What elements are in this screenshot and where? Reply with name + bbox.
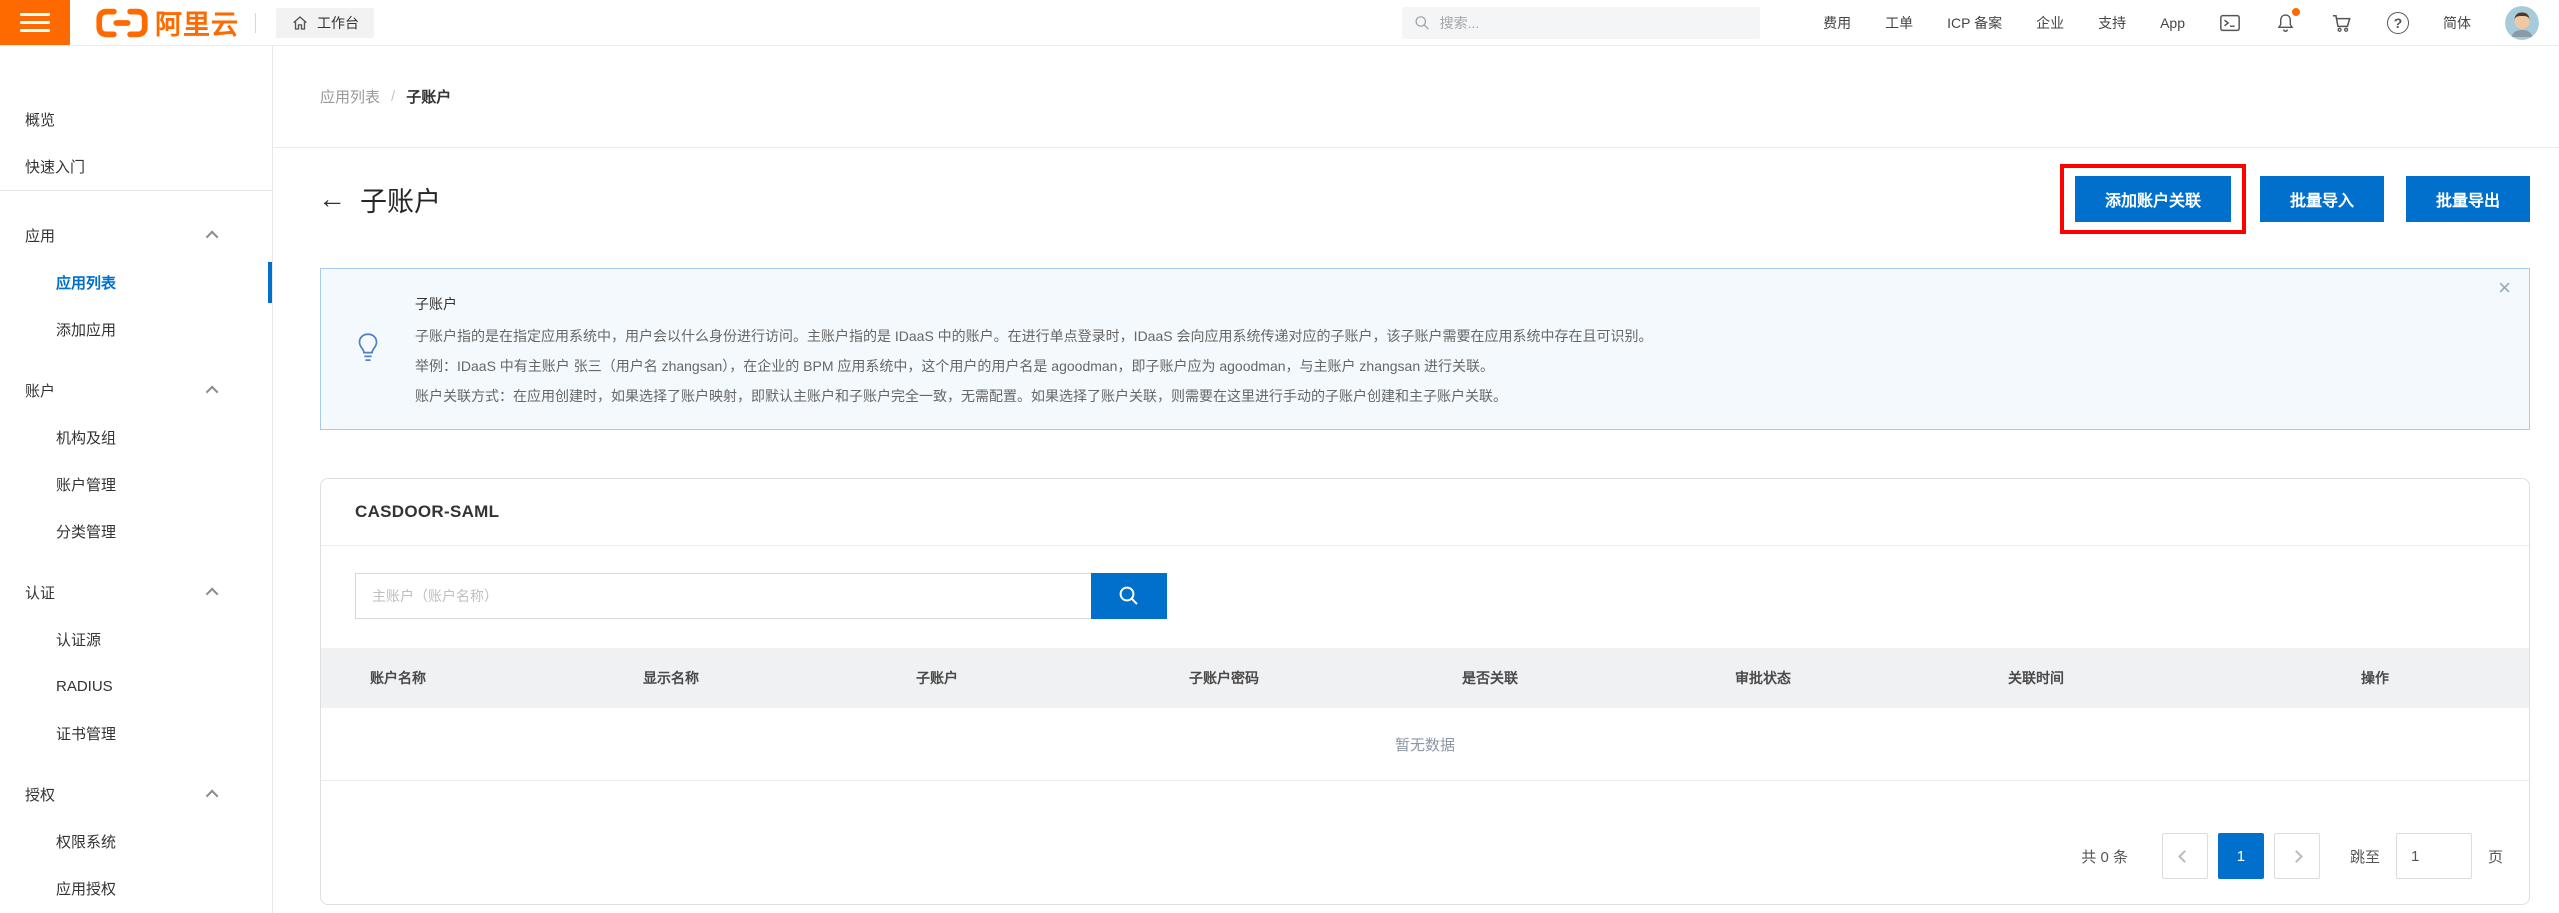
hamburger-menu-icon[interactable] [0,0,70,45]
sidebar-item-radius[interactable]: RADIUS [0,663,272,710]
global-search [1402,7,1760,39]
table-empty-state: 暂无数据 [321,708,2529,781]
sidebar-item-account-mgmt[interactable]: 账户管理 [0,461,272,508]
sidebar-item-app-list[interactable]: 应用列表 [0,259,272,306]
nav-billing[interactable]: 费用 [1823,13,1851,33]
info-line: 子账户指的是在指定应用系统中，用户会以什么身份进行访问。主账户指的是 IDaaS… [415,321,2459,351]
avatar[interactable] [2505,6,2539,40]
workbench-label: 工作台 [317,13,359,33]
pagination-prev-button[interactable] [2162,833,2208,879]
account-search [355,573,2529,619]
sidebar-group-authorization[interactable]: 授权 [0,771,272,818]
sidebar-group-label: 授权 [25,784,209,805]
breadcrumb-separator: / [391,88,395,105]
pagination: 共 0 条 1 跳至 页 [321,833,2529,879]
info-banner: 子账户 子账户指的是在指定应用系统中，用户会以什么身份进行访问。主账户指的是 I… [320,268,2530,430]
column-header-actions: 操作 [2232,668,2529,688]
cart-icon[interactable] [2330,11,2353,34]
aliyun-logo[interactable]: 阿里云 [96,3,239,42]
sidebar-item-app-authorization[interactable]: 应用授权 [0,865,272,912]
info-banner-title: 子账户 [415,289,2459,319]
sidebar-item-org-groups[interactable]: 机构及组 [0,414,272,461]
sidebar-item-permission-system[interactable]: 权限系统 [0,818,272,865]
red-annotation-box: 添加账户关联 [2060,164,2246,234]
sidebar-item-cert-mgmt[interactable]: 证书管理 [0,710,272,757]
sidebar-group-label: 认证 [25,582,209,603]
sidebar-group-application[interactable]: 应用 [0,212,272,259]
main-content: 应用列表 / 子账户 ← 子账户 添加账户关联 批量导入 批量导出 子账户 子账… [274,46,2559,913]
sidebar-group-label: 账户 [25,380,209,401]
table-header-row: 账户名称 显示名称 子账户 子账户密码 是否关联 审批状态 关联时间 操作 [321,648,2529,708]
batch-import-button[interactable]: 批量导入 [2260,176,2384,222]
column-header: 子账户 [867,668,1140,688]
help-icon[interactable]: ? [2387,12,2409,34]
batch-export-button[interactable]: 批量导出 [2406,176,2530,222]
locale-switcher[interactable]: 简体 [2443,13,2471,33]
page-header: ← 子账户 添加账户关联 批量导入 批量导出 [274,164,2559,234]
sidebar-item-quickstart[interactable]: 快速入门 [0,143,272,190]
pagination-jump-label: 跳至 [2350,846,2380,867]
pagination-page-1[interactable]: 1 [2218,833,2264,879]
topbar-divider [255,13,256,33]
breadcrumb: 应用列表 / 子账户 [274,46,2559,148]
column-header: 显示名称 [594,668,867,688]
account-search-input[interactable] [355,573,1091,619]
topbar-right-nav: 费用 工单 ICP 备案 企业 支持 App ? [1823,6,2559,40]
column-header: 关联时间 [1959,668,2232,688]
topbar: 阿里云 工作台 费用 工单 ICP 备案 企业 支持 App [0,0,2559,46]
chevron-left-icon [2179,850,2192,863]
search-button[interactable] [1091,573,1167,619]
add-account-link-button[interactable]: 添加账户关联 [2075,176,2231,222]
column-header: 审批状态 [1686,668,1959,688]
nav-support[interactable]: 支持 [2098,13,2126,33]
page-actions: 添加账户关联 批量导入 批量导出 [2060,164,2530,234]
card-title: CASDOOR-SAML [321,479,2529,546]
nav-enterprise[interactable]: 企业 [2036,13,2064,33]
page-title: 子账户 [360,180,441,219]
search-icon [1414,14,1431,32]
notification-dot [2292,8,2300,16]
sidebar: 概览 快速入门 应用 应用列表 添加应用 账户 机构及组 账户管理 分类管理 认… [0,46,273,913]
aliyun-logo-icon [96,6,148,40]
sidebar-item-category-mgmt[interactable]: 分类管理 [0,508,272,555]
nav-app[interactable]: App [2160,15,2185,31]
logo-text: 阿里云 [155,3,239,42]
nav-icp[interactable]: ICP 备案 [1947,13,2002,33]
nav-tickets[interactable]: 工单 [1885,13,1913,33]
sidebar-group-account[interactable]: 账户 [0,367,272,414]
sidebar-group-auth[interactable]: 认证 [0,569,272,616]
column-header: 子账户密码 [1140,668,1413,688]
close-icon[interactable]: × [2498,277,2511,299]
workbench-button[interactable]: 工作台 [276,8,374,38]
back-arrow-icon[interactable]: ← [318,185,346,213]
breadcrumb-parent[interactable]: 应用列表 [320,86,380,107]
sidebar-divider [0,190,272,191]
sidebar-item-add-app[interactable]: 添加应用 [0,306,272,353]
column-header: 账户名称 [321,668,594,688]
pagination-page-unit: 页 [2488,846,2503,867]
pagination-next-button[interactable] [2274,833,2320,879]
notifications-bell-icon[interactable] [2275,12,2296,33]
search-icon [1118,585,1140,607]
pagination-jump-input[interactable] [2396,833,2472,879]
cloudshell-icon[interactable] [2219,12,2241,34]
home-icon [291,14,309,32]
sidebar-item-overview[interactable]: 概览 [0,96,272,143]
info-line: 举例：IDaaS 中有主账户 张三（用户名 zhangsan），在企业的 BPM… [415,351,2459,381]
chevron-right-icon [2291,850,2304,863]
global-search-input[interactable] [1440,15,1748,31]
bulb-icon [321,269,415,429]
sidebar-group-label: 应用 [25,225,209,246]
subaccount-card: CASDOOR-SAML 账户名称 显示名称 子账户 子账户密码 是否关联 审批… [320,478,2530,905]
breadcrumb-current: 子账户 [406,86,451,107]
info-banner-content: 子账户 子账户指的是在指定应用系统中，用户会以什么身份进行访问。主账户指的是 I… [415,269,2529,429]
column-header: 是否关联 [1413,668,1686,688]
sidebar-item-auth-source[interactable]: 认证源 [0,616,272,663]
pagination-total: 共 0 条 [2081,846,2128,867]
info-line: 账户关联方式：在应用创建时，如果选择了账户映射，即默认主账户和子账户完全一致，无… [415,381,2459,411]
